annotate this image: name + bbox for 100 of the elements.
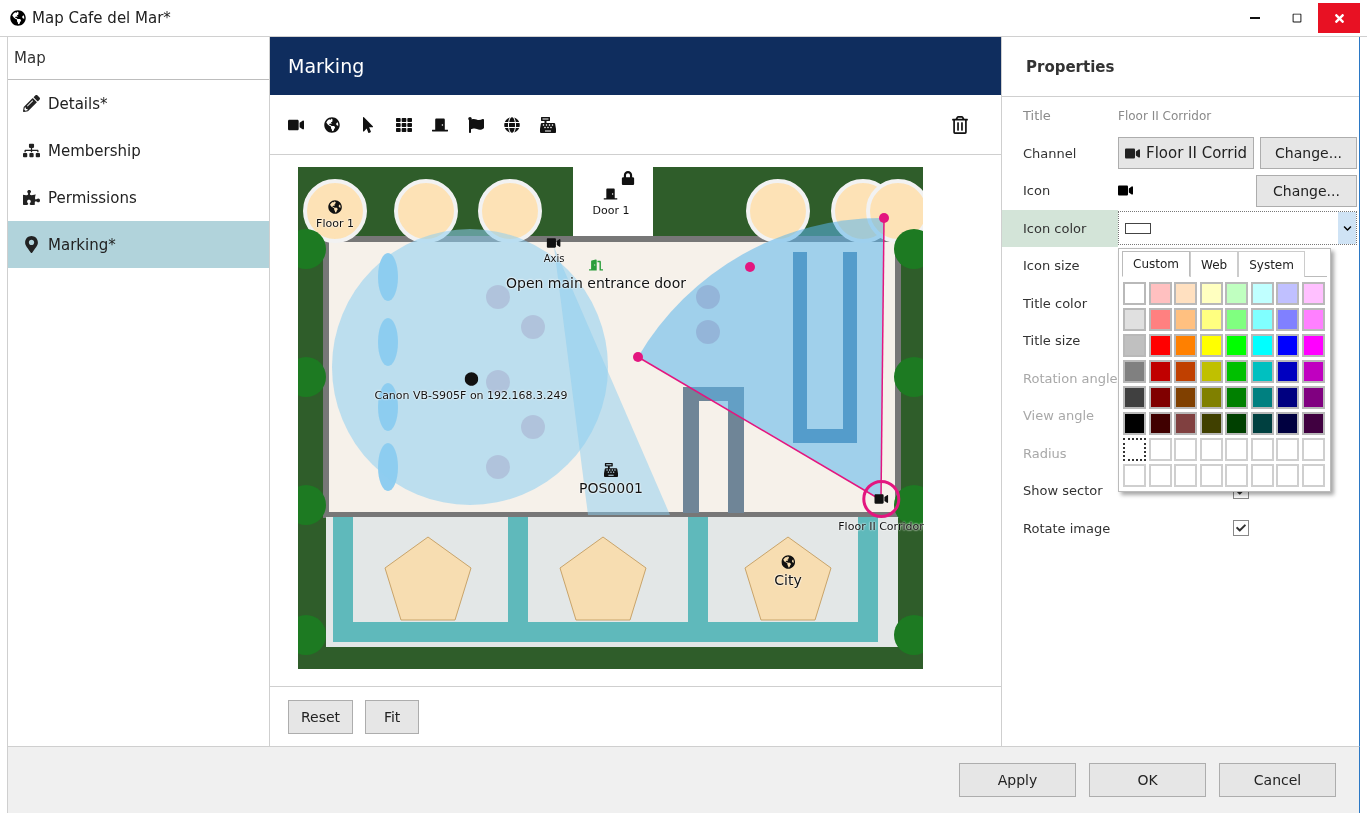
- color-swatch[interactable]: [1123, 386, 1146, 409]
- color-swatch[interactable]: [1225, 360, 1248, 383]
- color-swatch[interactable]: [1225, 386, 1248, 409]
- color-swatch[interactable]: [1225, 308, 1248, 331]
- property-label: Channel: [1022, 144, 1078, 163]
- dome-camera-icon[interactable]: [463, 371, 479, 387]
- dropdown-button[interactable]: [1338, 212, 1356, 245]
- color-swatch[interactable]: [1199, 412, 1223, 435]
- color-swatch[interactable]: [1148, 360, 1172, 383]
- color-swatch[interactable]: [1123, 282, 1146, 305]
- color-dropdown[interactable]: [1118, 211, 1357, 246]
- color-swatch[interactable]: [1174, 334, 1197, 357]
- channel-button[interactable]: Floor II Corrid: [1118, 137, 1255, 170]
- sidebar-item[interactable]: Membership: [8, 127, 269, 174]
- color-swatch[interactable]: [1225, 282, 1248, 305]
- color-swatch[interactable]: [1301, 334, 1325, 357]
- color-swatch[interactable]: [1199, 334, 1223, 357]
- color-swatch[interactable]: [1250, 412, 1274, 435]
- color-swatch[interactable]: [1148, 386, 1172, 409]
- sector-handle[interactable]: [879, 213, 889, 223]
- color-swatch[interactable]: [1199, 282, 1223, 305]
- color-swatch[interactable]: [1301, 360, 1325, 383]
- check-icon: [1236, 523, 1246, 534]
- color-swatch[interactable]: [1199, 308, 1223, 331]
- color-swatch[interactable]: [1174, 386, 1197, 409]
- color-swatch[interactable]: [1123, 360, 1146, 383]
- sector-handle[interactable]: [633, 352, 643, 362]
- color-swatch[interactable]: [1225, 412, 1248, 435]
- color-swatch[interactable]: [1199, 386, 1223, 409]
- color-swatch[interactable]: [1301, 308, 1325, 331]
- color-swatch[interactable]: [1250, 360, 1274, 383]
- color-swatch[interactable]: [1148, 334, 1172, 357]
- flag-icon[interactable]: [468, 116, 484, 133]
- close-icon: [1332, 11, 1346, 25]
- door-icon[interactable]: [603, 186, 619, 202]
- color-swatch[interactable]: [1148, 412, 1172, 435]
- property-label: Title: [1022, 107, 1052, 126]
- color-swatch[interactable]: [1148, 308, 1172, 331]
- marker-label: Canon VB-S905F on 192.168.3.249: [374, 389, 568, 402]
- close-button[interactable]: [1318, 3, 1360, 33]
- globe-icon[interactable]: [327, 199, 343, 215]
- grid-icon[interactable]: [396, 116, 412, 133]
- color-swatch[interactable]: [1123, 308, 1146, 331]
- color-swatch[interactable]: [1276, 360, 1299, 383]
- cash-register-icon[interactable]: [540, 116, 556, 133]
- sidebar-item[interactable]: Permissions: [8, 174, 269, 221]
- cash-register-icon[interactable]: [603, 462, 619, 478]
- color-swatch[interactable]: [1276, 386, 1299, 409]
- color-swatch[interactable]: [1174, 360, 1197, 383]
- camera-icon[interactable]: [862, 480, 900, 518]
- color-swatch[interactable]: [1301, 282, 1325, 305]
- lock-icon[interactable]: [620, 170, 636, 186]
- globe-icon[interactable]: [324, 116, 340, 133]
- apply-button[interactable]: Apply: [959, 763, 1076, 797]
- change-button[interactable]: Change...: [1256, 174, 1357, 207]
- marker-label: Open main entrance door: [506, 275, 686, 291]
- color-swatch[interactable]: [1276, 308, 1299, 331]
- globe-icon[interactable]: [780, 554, 796, 570]
- pencil-icon: [23, 95, 40, 112]
- property-label: View angle: [1022, 407, 1096, 426]
- color-swatch[interactable]: [1225, 334, 1248, 357]
- change-button[interactable]: Change...: [1260, 137, 1357, 170]
- color-swatch[interactable]: [1199, 360, 1223, 383]
- pointer-icon[interactable]: [360, 116, 376, 133]
- color-swatch[interactable]: [1123, 412, 1146, 435]
- picker-tab[interactable]: Custom: [1122, 251, 1190, 277]
- picker-tab[interactable]: Web: [1190, 251, 1239, 277]
- color-swatch[interactable]: [1301, 386, 1325, 409]
- sidebar-item[interactable]: Marking*: [8, 221, 269, 268]
- color-swatch[interactable]: [1250, 334, 1274, 357]
- color-swatch[interactable]: [1174, 412, 1197, 435]
- camera-icon[interactable]: [546, 235, 562, 251]
- web-globe-icon[interactable]: [504, 116, 520, 133]
- sidebar-header: Map: [8, 37, 269, 80]
- reset-button[interactable]: Reset: [288, 699, 354, 734]
- checkbox[interactable]: [1233, 520, 1249, 537]
- map-pin-icon: [23, 236, 40, 253]
- color-swatch[interactable]: [1148, 282, 1172, 305]
- door-icon[interactable]: [432, 116, 448, 133]
- property-label: Icon size: [1022, 257, 1081, 276]
- empty-swatch[interactable]: [1123, 438, 1146, 461]
- color-swatch[interactable]: [1276, 282, 1299, 305]
- sidebar-item[interactable]: Details*: [8, 80, 269, 127]
- cancel-button[interactable]: Cancel: [1219, 763, 1336, 797]
- delete-icon[interactable]: [951, 115, 969, 134]
- exit-door-icon[interactable]: [588, 257, 604, 273]
- sector-handle[interactable]: [745, 262, 755, 272]
- color-swatch[interactable]: [1250, 386, 1274, 409]
- properties-title: Properties: [1002, 37, 1359, 97]
- color-swatch[interactable]: [1250, 282, 1274, 305]
- color-swatch[interactable]: [1174, 282, 1197, 305]
- fit-button[interactable]: Fit: [365, 699, 420, 734]
- color-swatch[interactable]: [1174, 308, 1197, 331]
- color-swatch[interactable]: [1276, 334, 1299, 357]
- ok-button[interactable]: OK: [1089, 763, 1206, 797]
- color-swatch[interactable]: [1276, 412, 1299, 435]
- color-swatch[interactable]: [1123, 334, 1146, 357]
- picker-tab[interactable]: System: [1238, 251, 1305, 277]
- color-swatch[interactable]: [1250, 308, 1274, 331]
- color-swatch[interactable]: [1301, 412, 1325, 435]
